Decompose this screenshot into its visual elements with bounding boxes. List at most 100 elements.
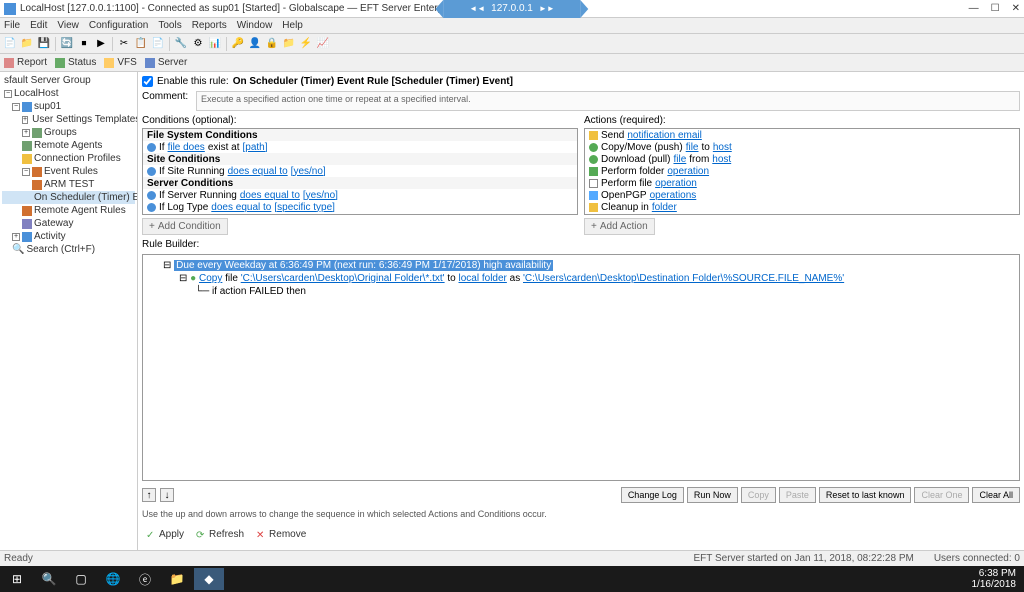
action-copy-move[interactable]: Copy/Move (push) file to host bbox=[585, 141, 1019, 153]
menu-window[interactable]: Window bbox=[237, 20, 273, 31]
tb-icon[interactable]: 🔒 bbox=[264, 36, 280, 52]
taskbar-eft[interactable]: ◆ bbox=[194, 568, 224, 590]
expand-icon[interactable]: + bbox=[22, 116, 28, 124]
collapse-icon[interactable]: − bbox=[4, 90, 12, 98]
cond-file-exist[interactable]: If file does exist at [path] bbox=[143, 141, 577, 153]
conditions-list[interactable]: File System Conditions If file does exis… bbox=[142, 128, 578, 215]
action-openpgp[interactable]: OpenPGP operations bbox=[585, 189, 1019, 201]
menu-file[interactable]: File bbox=[4, 20, 20, 31]
menu-reports[interactable]: Reports bbox=[192, 20, 227, 31]
tb-save-icon[interactable]: 💾 bbox=[36, 36, 52, 52]
menu-view[interactable]: View bbox=[57, 20, 79, 31]
tree-groups[interactable]: +Groups bbox=[2, 126, 135, 139]
taskbar-taskview[interactable]: ▢ bbox=[66, 568, 96, 590]
menu-help[interactable]: Help bbox=[282, 20, 303, 31]
tb-open-icon[interactable]: 📁 bbox=[19, 36, 35, 52]
cond-log-location[interactable]: If Log Location does match [path] bbox=[143, 213, 577, 215]
tree-site[interactable]: −sup01 bbox=[2, 100, 135, 113]
action-folder-op[interactable]: Perform folder operation bbox=[585, 165, 1019, 177]
rb-copy-line[interactable]: ⊟ ● Copy file 'C:\Users\carden\Desktop\O… bbox=[147, 272, 1015, 285]
tree-activity[interactable]: +Activity bbox=[2, 230, 135, 243]
tb-icon[interactable]: 🔧 bbox=[173, 36, 189, 52]
add-condition-button[interactable]: +Add Condition bbox=[142, 218, 228, 235]
tab-status[interactable]: Status bbox=[55, 57, 96, 68]
tree-gateway[interactable]: Gateway bbox=[2, 217, 135, 230]
action-report[interactable]: Generate Report bbox=[585, 213, 1019, 215]
action-download[interactable]: Download (pull) file from host bbox=[585, 153, 1019, 165]
menu-edit[interactable]: Edit bbox=[30, 20, 47, 31]
action-file-op[interactable]: Perform file operation bbox=[585, 177, 1019, 189]
action-cleanup[interactable]: Cleanup in folder bbox=[585, 201, 1019, 213]
arrow-left-icon[interactable]: ◄◄ bbox=[469, 4, 485, 13]
add-action-button[interactable]: +Add Action bbox=[584, 218, 655, 235]
start-button[interactable]: ⊞ bbox=[2, 568, 32, 590]
tree-rule-arm[interactable]: ARM TEST bbox=[2, 178, 135, 191]
menu-tools[interactable]: Tools bbox=[158, 20, 181, 31]
reset-button[interactable]: Reset to last known bbox=[819, 487, 912, 503]
arrow-right-icon[interactable]: ►► bbox=[539, 4, 555, 13]
tb-new-icon[interactable]: 📄 bbox=[2, 36, 18, 52]
cond-site-running[interactable]: If Site Running does equal to [yes/no] bbox=[143, 165, 577, 177]
window-titlebar: LocalHost [127.0.0.1:1100] - Connected a… bbox=[0, 0, 1024, 18]
copy-button[interactable]: Copy bbox=[741, 487, 776, 503]
tb-icon[interactable]: ⚙ bbox=[190, 36, 206, 52]
enable-rule-checkbox[interactable] bbox=[142, 76, 153, 87]
tb-cut-icon[interactable]: ✂ bbox=[116, 36, 132, 52]
tb-icon[interactable]: 📈 bbox=[315, 36, 331, 52]
apply-button[interactable]: ✓Apply bbox=[146, 529, 184, 540]
tb-icon[interactable]: 📁 bbox=[281, 36, 297, 52]
tb-copy-icon[interactable]: 📋 bbox=[133, 36, 149, 52]
taskbar-explorer[interactable]: 📁 bbox=[162, 568, 192, 590]
taskbar-edge[interactable]: 🌐 bbox=[98, 568, 128, 590]
tb-refresh-icon[interactable]: 🔄 bbox=[59, 36, 75, 52]
taskbar-clock[interactable]: 6:38 PM 1/16/2018 bbox=[966, 568, 1023, 590]
expand-icon[interactable]: + bbox=[12, 233, 20, 241]
maximize-button[interactable]: ☐ bbox=[991, 3, 1000, 14]
collapse-icon[interactable]: − bbox=[12, 103, 20, 111]
expand-icon[interactable]: + bbox=[22, 129, 30, 137]
menu-configuration[interactable]: Configuration bbox=[89, 20, 148, 31]
view-tabs: Report Status VFS Server bbox=[0, 54, 1024, 72]
tb-play-icon[interactable]: ▶ bbox=[93, 36, 109, 52]
move-down-button[interactable]: ↓ bbox=[160, 488, 174, 502]
tb-stop-icon[interactable]: ⏹ bbox=[76, 36, 92, 52]
paste-button[interactable]: Paste bbox=[779, 487, 816, 503]
tree-remote-agent-rules[interactable]: Remote Agent Rules bbox=[2, 204, 135, 217]
taskbar-search[interactable]: 🔍 bbox=[34, 568, 64, 590]
tree-search[interactable]: 🔍Search (Ctrl+F) bbox=[2, 243, 135, 256]
tree-user-templates[interactable]: +User Settings Templates bbox=[2, 113, 135, 126]
taskbar-ie[interactable]: ⓔ bbox=[130, 568, 160, 590]
tree-remote-agents[interactable]: Remote Agents bbox=[2, 139, 135, 152]
tree-root[interactable]: sfault Server Group bbox=[2, 74, 135, 87]
minimize-button[interactable]: — bbox=[969, 3, 979, 14]
comment-input[interactable]: Execute a specified action one time or r… bbox=[196, 91, 1020, 111]
rb-failed-line[interactable]: └─ if action FAILED then bbox=[147, 285, 1015, 298]
move-up-button[interactable]: ↑ bbox=[142, 488, 156, 502]
tree-rule-scheduler[interactable]: On Scheduler (Timer) Event Rule bbox=[2, 191, 135, 204]
change-log-button[interactable]: Change Log bbox=[621, 487, 684, 503]
run-now-button[interactable]: Run Now bbox=[687, 487, 738, 503]
action-send-email[interactable]: Send notification email bbox=[585, 129, 1019, 141]
clear-all-button[interactable]: Clear All bbox=[972, 487, 1020, 503]
tb-icon[interactable]: ⚡ bbox=[298, 36, 314, 52]
tab-report[interactable]: Report bbox=[4, 57, 47, 68]
tb-icon[interactable]: 📊 bbox=[207, 36, 223, 52]
tree-event-rules[interactable]: −Event Rules bbox=[2, 165, 135, 178]
tb-icon[interactable]: 🔑 bbox=[230, 36, 246, 52]
cond-server-running[interactable]: If Server Running does equal to [yes/no] bbox=[143, 189, 577, 201]
tree-connection-profiles[interactable]: Connection Profiles bbox=[2, 152, 135, 165]
clear-one-button[interactable]: Clear One bbox=[914, 487, 969, 503]
tab-server[interactable]: Server bbox=[145, 57, 187, 68]
tab-vfs[interactable]: VFS bbox=[104, 57, 136, 68]
cond-log-type[interactable]: If Log Type does equal to [specific type… bbox=[143, 201, 577, 213]
close-button[interactable]: ✕ bbox=[1012, 3, 1020, 14]
refresh-button[interactable]: ⟳Refresh bbox=[196, 529, 244, 540]
tb-icon[interactable]: 👤 bbox=[247, 36, 263, 52]
remove-button[interactable]: ✕Remove bbox=[256, 529, 306, 540]
collapse-icon[interactable]: − bbox=[22, 168, 30, 176]
tb-paste-icon[interactable]: 📄 bbox=[150, 36, 166, 52]
rb-schedule-line[interactable]: ⊟ Due every Weekday at 6:36:49 PM (next … bbox=[147, 259, 1015, 272]
tree-localhost[interactable]: −LocalHost bbox=[2, 87, 135, 100]
actions-list[interactable]: Send notification email Copy/Move (push)… bbox=[584, 128, 1020, 215]
rule-builder-box[interactable]: ⊟ Due every Weekday at 6:36:49 PM (next … bbox=[142, 254, 1020, 481]
